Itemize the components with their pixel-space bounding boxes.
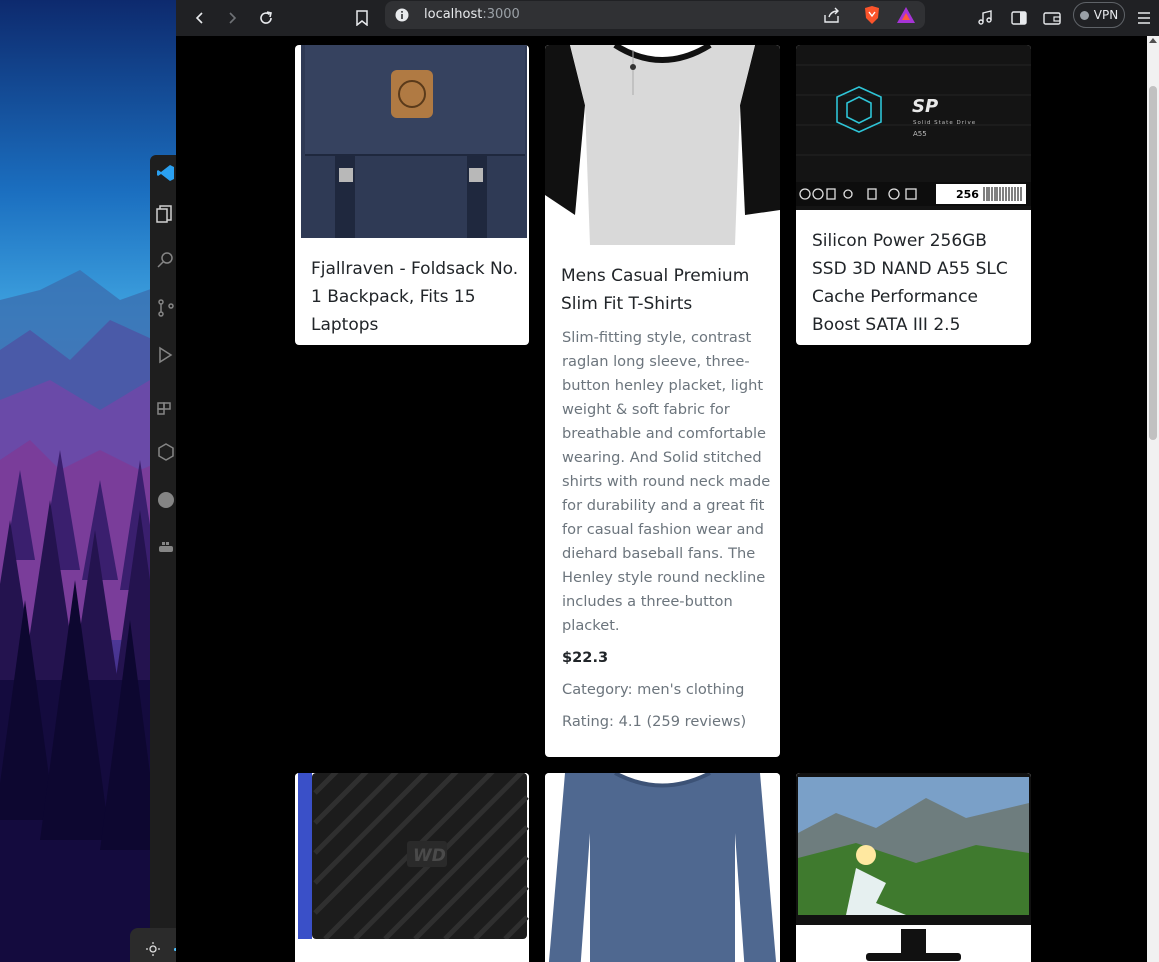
product-category: Category: men's clothing [562,681,745,698]
back-arrow-icon [195,12,203,24]
brave-rewards-icon[interactable] [896,6,916,24]
scrollbar-thumb[interactable] [1149,86,1157,440]
product-image[interactable]: SP Solid State Drive A55 256 [796,45,1031,210]
back-button[interactable] [187,5,213,31]
bookmark-button[interactable] [349,5,375,31]
product-rating: Rating: 4.1 (259 reviews) [562,713,747,730]
title-line: Mens Casual Premium [561,266,750,286]
description-line: button henley placket, light [562,377,764,394]
product-card[interactable]: SP Solid State Drive A55 256 Silicon Pow… [796,45,1031,345]
product-image[interactable] [796,773,1031,962]
monitor-image [796,773,1031,962]
vpn-button[interactable]: VPN [1073,2,1125,28]
forward-button[interactable] [219,5,245,31]
description-line: diehard baseball fans. The [562,545,756,562]
reload-button[interactable] [253,5,279,31]
description-line: Henley style round neckline [562,569,766,586]
url-port: :3000 [482,7,520,22]
title-line: Slim Fit T-Shirts [561,294,693,314]
page-scrollbar[interactable] [1147,36,1159,962]
title-line: 1 Backpack, Fits 15 [311,287,476,307]
run-debug-icon[interactable] [156,345,176,365]
source-control-icon[interactable] [156,298,176,318]
product-image[interactable] [545,773,780,962]
product-card[interactable]: WD [295,773,529,962]
hamburger-menu-icon [1138,12,1150,24]
brave-shields-icon[interactable] [863,5,881,25]
bookmark-icon [356,10,368,26]
sidebar-button[interactable] [1006,5,1032,31]
product-title: Fjallraven - Foldsack No. 1 Backpack, Fi… [311,255,521,339]
wd-brand: WD [413,846,446,866]
reload-icon [260,11,272,24]
product-image[interactable] [295,45,529,238]
vscode-logo-icon [157,165,174,181]
vscode-window-edge[interactable] [150,155,176,962]
product-card[interactable]: Mens Casual Premium Slim Fit T-Shirts Sl… [545,45,780,757]
title-line: Silicon Power 256GB [812,231,987,251]
url-host: localhost [424,7,483,22]
ssd-brand: SP [912,96,938,117]
product-price: $22.3 [562,649,609,666]
description-line: raglan long sleeve, three- [562,353,750,370]
description-line: for casual fashion wear and [562,521,764,538]
title-line: SSD 3D NAND A55 SLC [812,259,1008,279]
search-icon[interactable] [156,250,176,270]
backpack-image [301,45,527,238]
description-line: placket. [562,617,620,634]
description-line: shirts with round neck made [562,473,771,490]
ssd-model: A55 [913,130,927,138]
ssd-capacity: 256 [956,188,979,201]
vpn-label: VPN [1093,8,1119,22]
product-title: Mens Casual Premium Slim Fit T-Shirts [561,262,771,318]
media-button[interactable] [972,5,998,31]
explorer-icon[interactable] [156,203,176,223]
product-card[interactable] [796,773,1031,962]
extensions-icon[interactable] [156,395,176,415]
brightness-icon [146,942,160,956]
product-image[interactable] [545,45,780,247]
title-line: Laptops [311,315,379,335]
ssd-image: SP Solid State Drive A55 256 [796,45,1031,210]
ssd-subtitle: Solid State Drive [913,120,976,126]
description-line: breathable and comfortable [562,425,767,442]
scroll-up-arrow-icon[interactable] [1149,38,1157,43]
browser-window: localhost:3000 VPN Fjallraven - Foldsack… [176,0,1159,962]
wallet-icon [1043,12,1061,25]
browser-toolbar: localhost:3000 VPN [176,0,1159,36]
music-note-icon [978,10,992,25]
tshirt-image [545,45,780,247]
description-line: includes a three-button [562,593,733,610]
title-line: Boost SATA III 2.5 [812,315,961,335]
title-line: Cache Performance [812,287,978,307]
address-bar[interactable]: localhost:3000 [385,1,925,29]
share-icon[interactable] [823,7,841,23]
wallet-button[interactable] [1039,5,1065,31]
product-image[interactable]: WD [295,773,529,939]
title-line: Fjallraven - Foldsack No. [311,259,519,279]
long-sleeve-shirt-image [545,773,780,962]
vpn-status-icon [1079,10,1089,20]
jest-icon[interactable] [156,490,176,510]
forward-arrow-icon [229,12,237,24]
product-card[interactable] [545,773,780,962]
url-text: localhost:3000 [424,7,520,22]
hard-drive-image: WD [295,773,529,939]
description-line: weight & soft fabric for [562,401,730,418]
description-line: Slim-fitting style, contrast [562,329,752,346]
menu-button[interactable] [1131,5,1157,31]
docker-icon[interactable] [156,537,176,557]
site-info-icon[interactable] [395,8,409,22]
description-line: wearing. And Solid stitched [562,449,762,466]
product-card[interactable]: Fjallraven - Foldsack No. 1 Backpack, Fi… [295,45,529,345]
sidebar-icon [1011,11,1027,25]
description-line: for durability and a great fit [562,497,765,514]
product-description: Slim-fitting style, contrast raglan long… [562,326,772,638]
product-title: Silicon Power 256GB SSD 3D NAND A55 SLC … [812,227,1022,339]
remote-explorer-icon[interactable] [156,442,176,462]
